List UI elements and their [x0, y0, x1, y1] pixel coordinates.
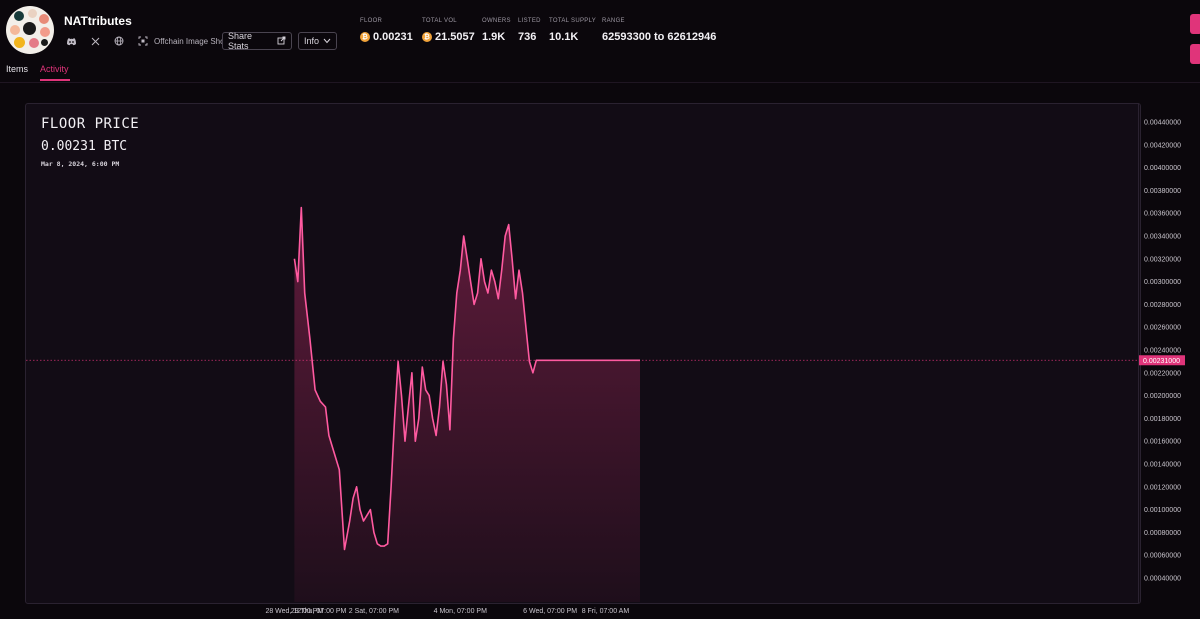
x-tick-label: 2 Sat, 07:00 PM — [349, 608, 399, 615]
y-tick-label: 0.00240000 — [1144, 348, 1181, 355]
y-tick-label: 0.00040000 — [1144, 576, 1181, 583]
x-tick-label: 29 Thu, 07:00 PM — [291, 608, 347, 615]
y-tick-label: 0.00080000 — [1144, 530, 1181, 537]
y-tick-label: 0.00260000 — [1144, 325, 1181, 332]
y-tick-label: 0.00220000 — [1144, 370, 1181, 377]
y-tick-label: 0.00360000 — [1144, 211, 1181, 218]
y-tick-label: 0.00420000 — [1144, 142, 1181, 149]
y-axis: 0.00440000 0.00420000 0.00400000 0.00380000… — [1144, 120, 1181, 583]
y-tick-label: 0.00160000 — [1144, 439, 1181, 446]
y-tick-label: 0.00380000 — [1144, 188, 1181, 195]
chart-current-value: 0.00231 BTC — [41, 139, 128, 154]
current-price-badge-text: 0.00231000 — [1143, 358, 1180, 365]
x-tick-label: 8 Fri, 07:00 AM — [582, 608, 630, 615]
current-price-label: 0.00231000 — [1139, 355, 1185, 366]
y-tick-label: 0.00400000 — [1144, 165, 1181, 172]
y-tick-label: 0.00340000 — [1144, 234, 1181, 241]
y-tick-label: 0.00300000 — [1144, 279, 1181, 286]
y-tick-label: 0.00200000 — [1144, 393, 1181, 400]
y-tick-label: 0.00180000 — [1144, 416, 1181, 423]
chart-date: Mar 8, 2024, 6:00 PM — [41, 160, 120, 168]
floor-price-chart[interactable]: 0.00440000 0.00420000 0.00400000 0.00380000… — [0, 0, 1200, 619]
x-tick-label: 6 Wed, 07:00 PM — [523, 608, 577, 615]
y-tick-label: 0.00280000 — [1144, 302, 1181, 309]
y-tick-label: 0.00320000 — [1144, 256, 1181, 263]
y-tick-label: 0.00100000 — [1144, 507, 1181, 514]
x-tick-label: 4 Mon, 07:00 PM — [434, 608, 487, 615]
y-tick-label: 0.00060000 — [1144, 553, 1181, 560]
x-axis: 28 Wed, 12:00 PM29 Thu, 07:00 PM 2 Sat, 0… — [265, 608, 629, 615]
y-tick-label: 0.00440000 — [1144, 120, 1181, 127]
y-tick-label: 0.00140000 — [1144, 462, 1181, 469]
chart-title: FLOOR PRICE — [41, 116, 140, 132]
y-tick-label: 0.00120000 — [1144, 484, 1181, 491]
